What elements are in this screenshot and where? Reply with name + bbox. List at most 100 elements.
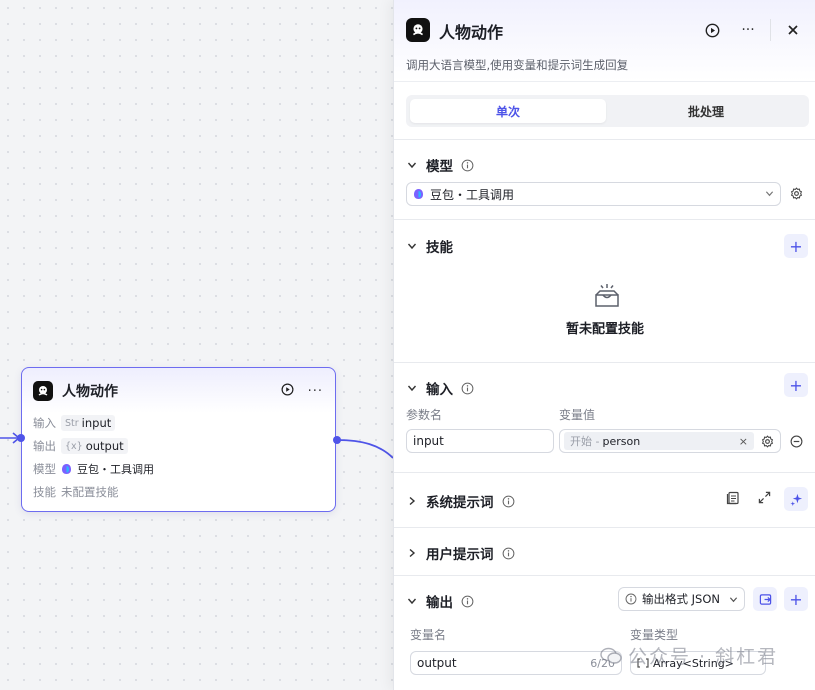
node-input-label: 输入 [33,416,56,430]
node-skill-value: 未配置技能 [61,485,119,499]
run-node-icon[interactable] [281,383,294,400]
skills-section-header[interactable]: 技能 [406,236,453,256]
output-var-name-value: output [417,656,457,670]
expand-icon[interactable] [758,491,771,504]
llm-node-card[interactable]: 人物动作 ··· 输入 Str input 输出 {x} output 模型 豆… [21,367,336,512]
input-section-header[interactable]: 输入 [406,378,474,398]
string-type-icon: Str [65,417,79,429]
info-icon[interactable] [461,382,474,395]
tab-single[interactable]: 单次 [410,99,606,123]
more-options-icon[interactable]: ··· [738,20,758,40]
panel-header: 人物动作 ··· 调用大语言模型,使用变量和提示词生成回复 [394,0,815,82]
output-var-name-input[interactable]: output 6/20 [410,651,622,675]
var-ref-tag: 开始 - person × [564,432,754,450]
add-output-button[interactable]: + [784,587,808,611]
model-settings-gear-icon[interactable] [790,187,803,200]
node-input-tag: Str input [61,415,116,431]
output-format-select[interactable]: 输出格式 JSON [618,587,745,611]
node-title: 人物动作 [62,384,118,400]
node-input-port[interactable] [17,434,25,442]
divider [394,575,815,576]
divider [394,362,815,363]
remove-input-icon[interactable] [790,435,803,448]
param-name-value: input [413,434,444,448]
node-output-row: 输出 {x} output [33,437,128,455]
close-icon[interactable] [783,20,803,40]
user-prompt-section-header[interactable]: 用户提示词 [406,543,515,563]
node-output-value: output [85,439,124,453]
prompt-library-icon[interactable] [726,491,740,505]
divider [394,472,815,473]
node-skill-row: 技能 未配置技能 [33,483,119,501]
llm-node-icon [33,381,53,401]
info-icon[interactable] [502,547,515,560]
doubao-logo-icon [61,463,72,475]
empty-box-icon [593,282,621,312]
chevron-down-icon [406,240,418,252]
output-format-label: 输出格式 JSON [642,592,721,606]
run-node-icon[interactable] [702,20,722,40]
node-settings-panel: 人物动作 ··· 调用大语言模型,使用变量和提示词生成回复 单次 批处理 模型 … [393,0,815,690]
node-output-port[interactable] [333,436,341,444]
var-name: person [602,434,641,448]
doubao-logo-icon [413,188,424,200]
node-input-row: 输入 Str input [33,414,116,432]
skills-empty-text: 暂未配置技能 [566,322,645,337]
node-model-value: 豆包・工具调用 [77,463,154,476]
node-input-value: input [81,416,112,430]
node-skill-label: 技能 [33,485,56,499]
output-var-type-header: 变量类型 [630,628,679,642]
model-select-value: 豆包・工具调用 [430,187,515,202]
var-value-selector[interactable]: 开始 - person × [559,429,781,453]
wechat-icon [600,647,622,665]
param-name-header: 参数名 [406,408,443,422]
output-section-header[interactable]: 输出 [406,591,474,611]
watermark-text: 公众号 · 斜杠君 [628,646,779,668]
param-name-input[interactable]: input [406,429,554,453]
user-prompt-title: 用户提示词 [426,547,494,563]
info-icon[interactable] [461,159,474,172]
model-section-title: 模型 [426,159,453,175]
variable-type-icon: {x} [65,440,83,452]
add-input-button[interactable]: + [784,373,808,397]
tab-batch[interactable]: 批处理 [608,99,804,123]
divider [394,139,815,140]
model-select[interactable]: 豆包・工具调用 [406,182,781,206]
llm-node-icon [406,18,430,42]
ai-optimize-icon[interactable] [784,487,808,511]
chevron-down-icon [406,595,418,607]
output-section-title: 输出 [426,595,453,611]
chevron-down-icon [406,159,418,171]
more-options-icon[interactable]: ··· [308,384,323,399]
chevron-down-icon [406,382,418,394]
var-settings-gear-icon[interactable] [761,434,774,448]
add-skill-button[interactable]: + [784,234,808,258]
info-icon [625,593,637,605]
import-output-icon[interactable] [753,587,777,611]
node-output-label: 输出 [33,439,56,453]
chevron-right-icon [406,547,418,559]
clear-var-icon[interactable]: × [739,435,748,448]
output-var-name-header: 变量名 [410,628,447,642]
chevron-right-icon [406,495,418,507]
var-source: 开始 - [570,435,600,448]
chevron-down-icon [765,187,774,201]
var-value-header: 变量值 [559,408,596,422]
info-icon[interactable] [461,595,474,608]
input-section-title: 输入 [426,382,453,398]
panel-description: 调用大语言模型,使用变量和提示词生成回复 [406,58,629,72]
system-prompt-section-header[interactable]: 系统提示词 [406,491,515,511]
run-mode-tabs: 单次 批处理 [406,95,809,127]
node-model-label: 模型 [33,462,56,476]
watermark: 公众号 · 斜杠君 [600,642,778,669]
system-prompt-title: 系统提示词 [426,495,494,511]
chevron-down-icon [729,595,738,604]
panel-title: 人物动作 [439,23,504,42]
info-icon[interactable] [502,495,515,508]
divider [394,527,815,528]
skills-section-title: 技能 [426,240,453,256]
model-section-header[interactable]: 模型 [406,155,474,175]
node-output-tag: {x} output [61,438,128,454]
divider [394,219,815,220]
header-divider [770,19,771,41]
